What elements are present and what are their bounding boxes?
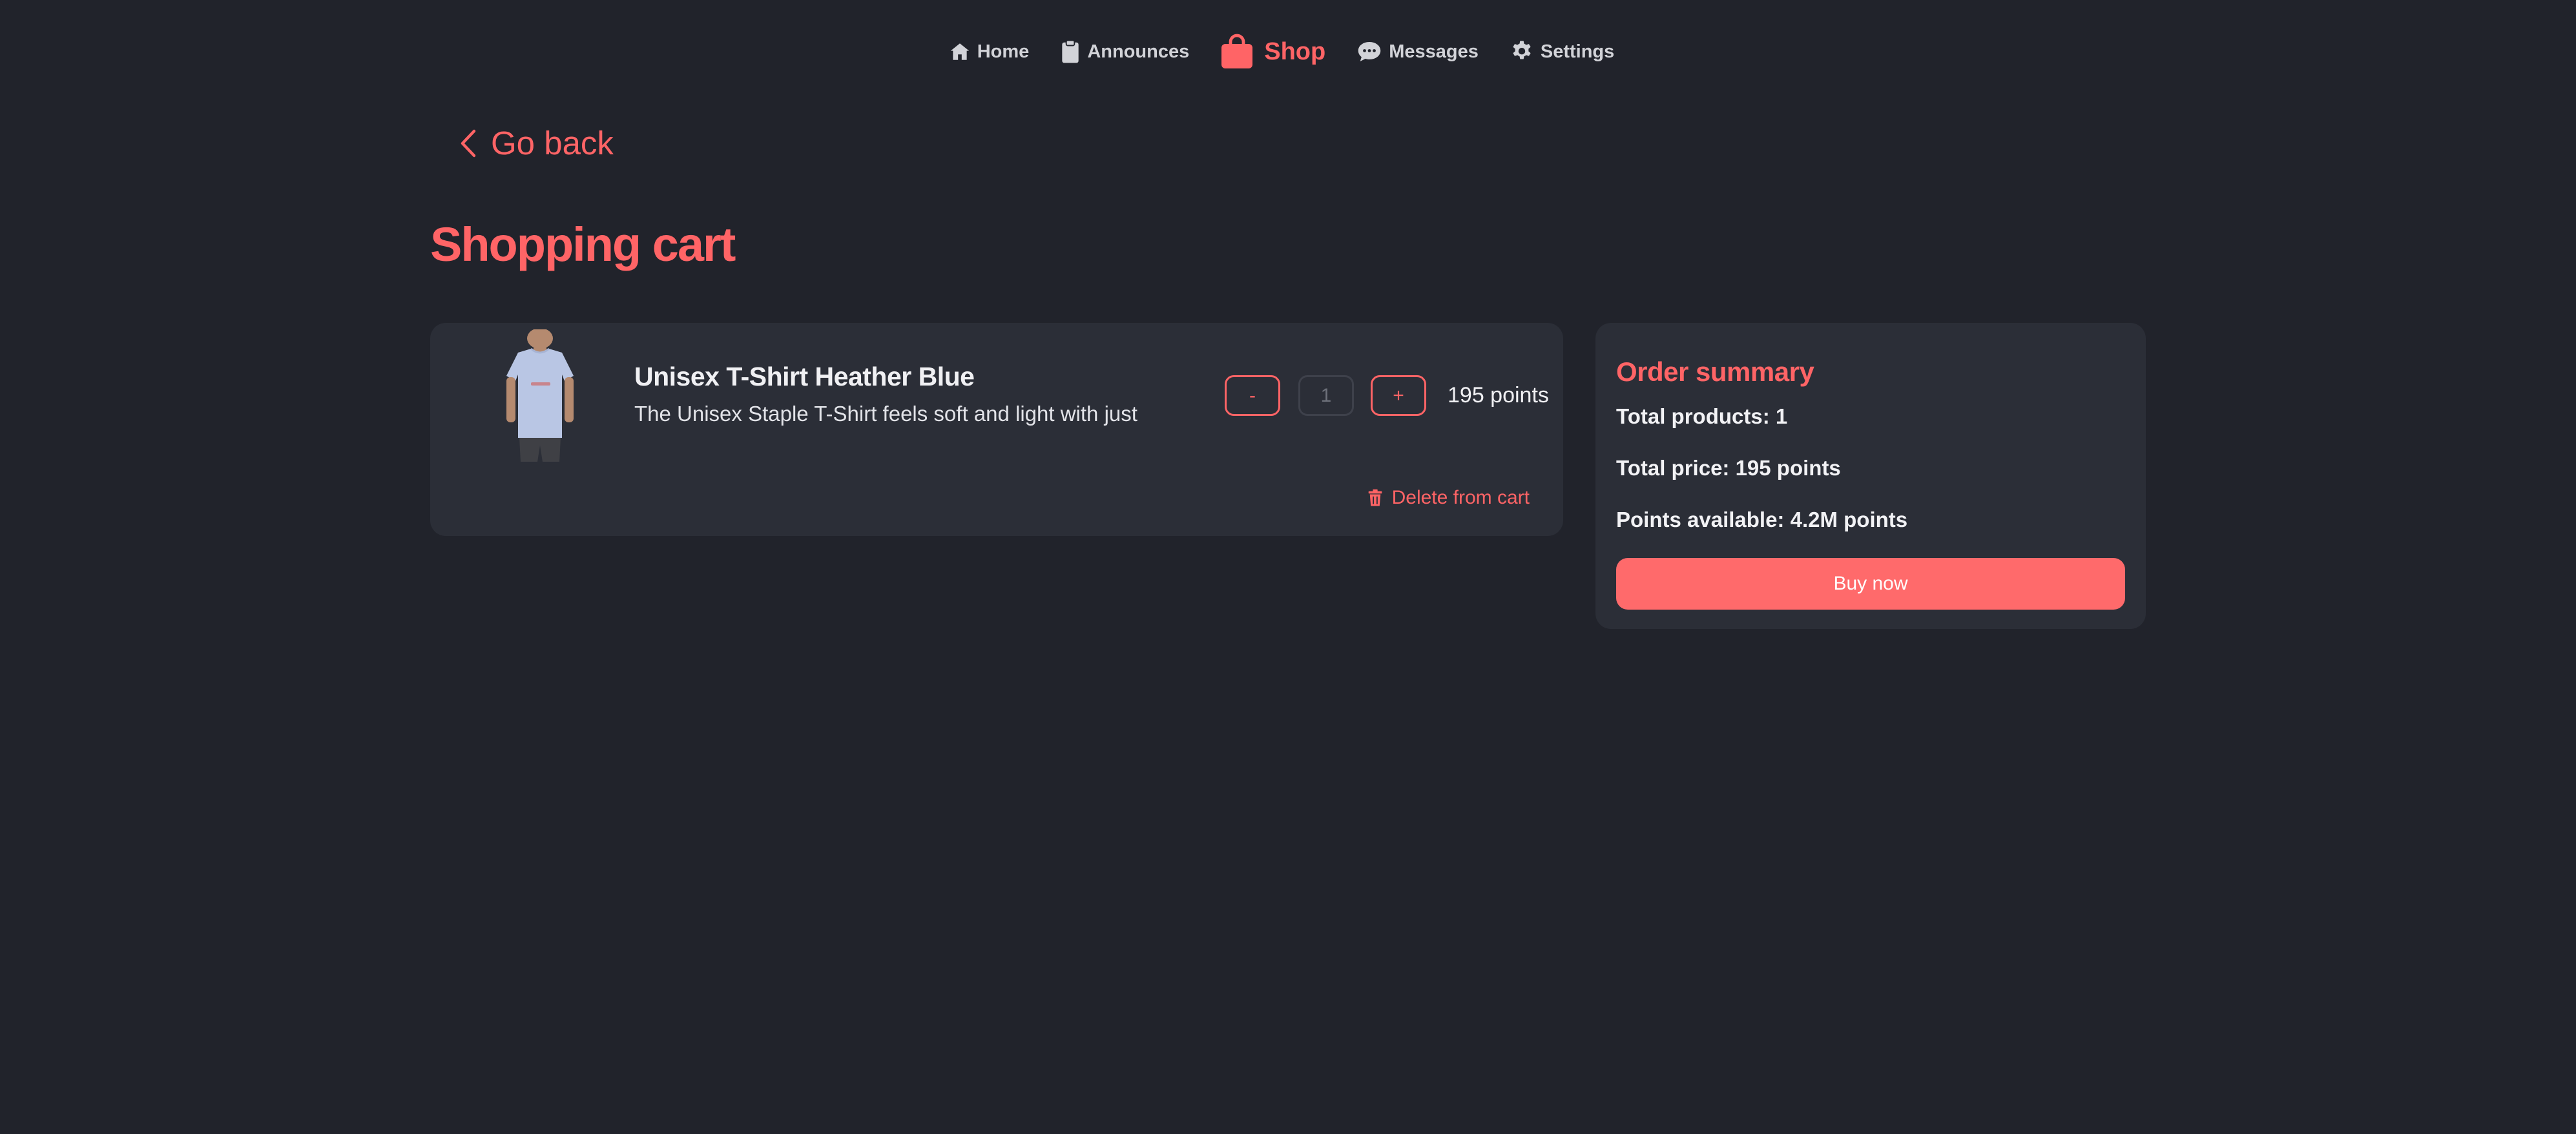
- order-summary-card: Order summary Total products: 1 Total pr…: [1595, 323, 2146, 629]
- chat-bubble-icon: [1356, 40, 1382, 63]
- nav-item-messages[interactable]: Messages: [1356, 40, 1479, 63]
- nav-item-announces[interactable]: Announces: [1060, 39, 1189, 64]
- delete-from-cart-label: Delete from cart: [1391, 487, 1530, 508]
- go-back-link[interactable]: Go back: [460, 124, 614, 162]
- order-summary-title: Order summary: [1616, 356, 1814, 387]
- nav-item-settings-label: Settings: [1540, 41, 1615, 62]
- nav-item-shop[interactable]: Shop: [1220, 34, 1325, 70]
- shopping-bag-icon: [1220, 34, 1254, 70]
- top-nav-items: Home Announces Shop Messages Settings: [933, 34, 1630, 70]
- item-price: 195 points: [1448, 383, 1549, 407]
- nav-item-announces-label: Announces: [1087, 41, 1190, 62]
- nav-item-shop-label: Shop: [1264, 37, 1326, 65]
- cart-item-card: Unisex T-Shirt Heather Blue The Unisex S…: [430, 323, 1563, 536]
- total-products: Total products: 1: [1616, 404, 1788, 428]
- clipboard-icon: [1060, 39, 1081, 64]
- top-nav: Home Announces Shop Messages Settings: [0, 34, 2576, 70]
- home-icon: [949, 41, 971, 63]
- total-price: Total price: 195 points: [1616, 456, 1841, 480]
- product-name[interactable]: Unisex T-Shirt Heather Blue: [634, 362, 975, 392]
- increase-quantity-button[interactable]: +: [1371, 375, 1426, 416]
- go-back-label: Go back: [491, 125, 614, 161]
- quantity-input[interactable]: [1298, 375, 1354, 416]
- delete-from-cart-button[interactable]: Delete from cart: [1367, 487, 1530, 509]
- nav-item-settings[interactable]: Settings: [1510, 39, 1614, 64]
- trash-icon: [1367, 489, 1383, 507]
- decrease-quantity-button[interactable]: -: [1225, 375, 1280, 416]
- nav-item-home[interactable]: Home: [949, 41, 1030, 63]
- gear-icon: [1510, 39, 1534, 64]
- product-description: The Unisex Staple T-Shirt feels soft and…: [634, 402, 1137, 426]
- page-title: Shopping cart: [430, 218, 736, 271]
- product-image: [475, 328, 605, 462]
- nav-item-messages-label: Messages: [1389, 41, 1479, 62]
- nav-item-home-label: Home: [977, 41, 1030, 62]
- points-available: Points available: 4.2M points: [1616, 508, 1908, 531]
- buy-now-button[interactable]: Buy now: [1616, 558, 2125, 610]
- chevron-left-icon: [460, 129, 477, 158]
